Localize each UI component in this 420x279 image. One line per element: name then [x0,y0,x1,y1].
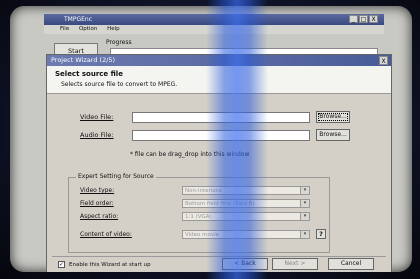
wizard-title: Project Wizard (2/5) [51,56,116,64]
field-order-value: Bottom field first (field B) [185,201,255,207]
audio-browse-button[interactable]: Browse... [316,129,350,141]
minimize-button[interactable]: _ [349,15,358,23]
footer-divider [52,256,386,257]
aspect-ratio-value: 1:1 (VGA) [185,214,212,220]
field-order-select[interactable]: Bottom field first (field B) ▾ [182,199,310,208]
wizard-subheading: Selects source file to convert to MPEG. [61,81,178,88]
expert-settings-title: Expert Setting for Source [76,173,156,180]
chevron-down-icon: ▾ [300,213,309,220]
aspect-ratio-label: Aspect ratio: [80,213,119,220]
enable-wizard-checkbox[interactable]: ✓ [58,261,65,268]
cancel-button[interactable]: Cancel [328,258,374,270]
enable-wizard-row: ✓ Enable this Wizard at start up [58,261,151,268]
enable-wizard-label: Enable this Wizard at start up [69,261,151,268]
app-window-controls: _ □ X [349,15,378,23]
menu-help[interactable]: Help [107,26,120,32]
chevron-down-icon: ▾ [300,230,309,238]
next-button[interactable]: Next > [272,258,318,270]
video-file-label: Video File: [80,113,114,121]
video-type-select[interactable]: Non-interlace ▾ [182,186,310,195]
video-file-row: Video File: Browse... [80,111,350,123]
help-button[interactable]: ? [316,229,326,239]
field-order-label: Field order: [80,200,114,207]
wizard-nav-buttons: < Back Next > Cancel [222,258,374,270]
video-type-label: Video type: [80,187,115,194]
content-select[interactable]: Video movie ▾ [182,229,310,239]
video-type-value: Non-interlace [185,188,223,194]
wizard-close-button[interactable]: X [379,56,388,65]
aspect-ratio-select[interactable]: 1:1 (VGA) ▾ [182,212,310,221]
app-title: TMPGEnc [64,16,93,23]
audio-file-input[interactable] [132,129,310,141]
chevron-down-icon: ▾ [300,187,309,194]
app-titlebar: TMPGEnc _ □ X [44,14,384,25]
menu-file[interactable]: File [60,26,69,32]
wizard-heading: Select source file [55,70,123,78]
wizard-header: Select source file Selects source file t… [47,66,391,94]
video-file-input[interactable] [132,111,310,123]
back-button[interactable]: < Back [222,258,268,270]
menu-option[interactable]: Option [79,26,97,32]
chevron-down-icon: ▾ [300,200,309,207]
content-value: Video movie [185,231,220,238]
video-browse-button[interactable]: Browse... [316,111,350,123]
audio-file-row: Audio File: Browse... [80,129,350,141]
close-button[interactable]: X [369,15,378,23]
progress-label: Progress [106,39,132,46]
app-menubar: File Option Help [44,25,384,34]
drag-drop-hint: * file can be drag_drop into this window [130,151,250,158]
wizard-titlebar: Project Wizard (2/5) X [47,55,391,66]
content-row: Content of video: Video movie ▾ ? [80,229,326,239]
content-label: Content of video: [80,230,132,238]
audio-file-label: Audio File: [80,131,114,139]
video-type-row: Video type: Non-interlace ▾ [80,186,310,195]
monitor-screen: TMPGEnc _ □ X File Option Help Start Pro… [10,6,412,272]
field-order-row: Field order: Bottom field first (field B… [80,199,310,208]
maximize-button[interactable]: □ [359,15,368,23]
aspect-ratio-row: Aspect ratio: 1:1 (VGA) ▾ [80,212,310,221]
